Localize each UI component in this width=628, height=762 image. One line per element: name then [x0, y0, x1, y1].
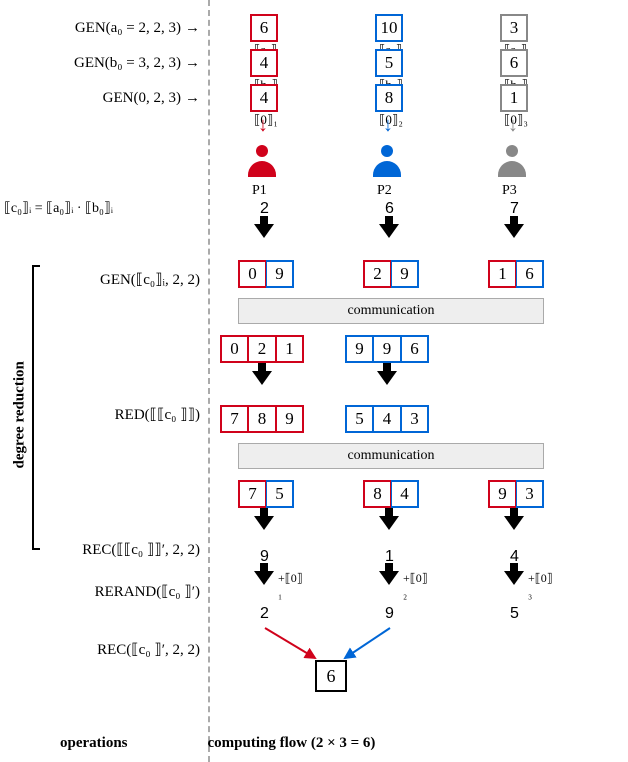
share-0-p2: 8	[375, 84, 403, 112]
arrow-down-icon	[379, 516, 399, 546]
degree-reduction-bracket	[32, 265, 40, 550]
share-b0-p1: 4	[250, 49, 278, 77]
arrow-down-icon	[504, 571, 524, 601]
op-red: RED(⟦⟦c₀ ⟧⟧)	[115, 405, 200, 424]
arrow-down-icon	[504, 224, 524, 254]
degree-reduction-label: degree reduction	[12, 349, 29, 469]
genc-p1a: 0	[238, 260, 266, 288]
person-icon-p3	[498, 145, 526, 177]
red-out-g1c: 9	[276, 405, 304, 433]
op-rec1: REC(⟦⟦c₀ ⟧⟧′, 2, 2)	[82, 540, 200, 559]
red-in-g2a: 9	[345, 335, 373, 363]
share-a0-p3: 3	[500, 14, 528, 42]
arrow-down-icon	[379, 571, 399, 601]
converge-arrows-icon	[250, 625, 420, 665]
red-in-g2c: 6	[401, 335, 429, 363]
op-gen-0: GEN(0, 2, 3)	[103, 90, 200, 107]
computing-flow-column: 6⟦a₀⟧₁ 10⟦a₀⟧₂ 3⟦a₀⟧₃ 4⟦b₀⟧₁ 5⟦b₀⟧₂ 6⟦b₀…	[210, 0, 628, 762]
arrow-down-icon	[377, 371, 397, 401]
red-in-g1c: 1	[276, 335, 304, 363]
arrow-down-icon: ↓	[258, 115, 268, 135]
rerand-out-v3: 5	[510, 605, 519, 623]
p1-label: P1	[252, 183, 267, 198]
genc-p3b: 6	[516, 260, 544, 288]
computing-flow-label: computing flow (2 × 3 = 6)	[208, 735, 376, 752]
op-gen-b: GEN(b₀ = 3, 2, 3)	[74, 55, 200, 72]
red-out-g2c: 3	[401, 405, 429, 433]
red-in-g1b: 2	[248, 335, 276, 363]
share-0-p1: 4	[250, 84, 278, 112]
op-gen-c: GEN(⟦c₀⟧ᵢ, 2, 2)	[100, 270, 200, 289]
rerand-add-1: +⟦0⟧₁	[278, 571, 303, 601]
p3-label: P3	[502, 183, 517, 198]
operations-column: GEN(a₀ = 2, 2, 3) GEN(b₀ = 3, 2, 3) GEN(…	[0, 0, 210, 762]
share-b0-p2: 5	[375, 49, 403, 77]
rerand-out-v2: 9	[385, 605, 394, 623]
arrow-down-icon	[504, 516, 524, 546]
arrow-down-icon	[252, 371, 272, 401]
communication-bar-1: communication	[238, 298, 544, 324]
share-b0-p3: 6	[500, 49, 528, 77]
arrow-down-icon	[254, 224, 274, 254]
rerand-out-v1: 2	[260, 605, 269, 623]
op-gen-a: GEN(a₀ = 2, 2, 3)	[75, 20, 200, 37]
op-rerand: RERAND(⟦c₀ ⟧′)	[95, 582, 200, 601]
red-in-g2b: 9	[373, 335, 401, 363]
arrow-down-icon	[254, 516, 274, 546]
person-icon-p1	[248, 145, 276, 177]
communication-bar-2: communication	[238, 443, 544, 469]
rec-p2b: 4	[391, 480, 419, 508]
share-a0-p1: 6	[250, 14, 278, 42]
rerand-add-2: +⟦0⟧₂	[403, 571, 428, 601]
red-out-g1b: 8	[248, 405, 276, 433]
rec-p2a: 8	[363, 480, 391, 508]
rec-p3b: 3	[516, 480, 544, 508]
rec-p3a: 9	[488, 480, 516, 508]
genc-p2a: 2	[363, 260, 391, 288]
share-a0-p2: 10	[375, 14, 403, 42]
rec-p1b: 5	[266, 480, 294, 508]
red-out-g1a: 7	[220, 405, 248, 433]
op-rec2: REC(⟦c₀ ⟧′, 2, 2)	[97, 640, 200, 659]
genc-p3a: 1	[488, 260, 516, 288]
operations-column-label: operations	[60, 735, 128, 752]
arrow-down-icon: ↓	[383, 115, 393, 135]
bottom-labels: operations computing flow (2 × 3 = 6)	[0, 735, 628, 752]
op-c-eq: ⟦c₀⟧ᵢ = ⟦a₀⟧ᵢ · ⟦b₀⟧ᵢ	[4, 200, 113, 217]
person-icon-p2	[373, 145, 401, 177]
share-0-p3: 1	[500, 84, 528, 112]
red-in-g1a: 0	[220, 335, 248, 363]
arrow-down-icon	[379, 224, 399, 254]
p2-label: P2	[377, 183, 392, 198]
red-out-g2b: 4	[373, 405, 401, 433]
final-result: 6	[315, 660, 347, 692]
red-out-g2a: 5	[345, 405, 373, 433]
rerand-add-3: +⟦0⟧₃	[528, 571, 553, 601]
arrow-down-icon	[254, 571, 274, 601]
rec-p1a: 7	[238, 480, 266, 508]
genc-p2b: 9	[391, 260, 419, 288]
arrow-down-icon: ↓	[508, 115, 518, 135]
genc-p1b: 9	[266, 260, 294, 288]
